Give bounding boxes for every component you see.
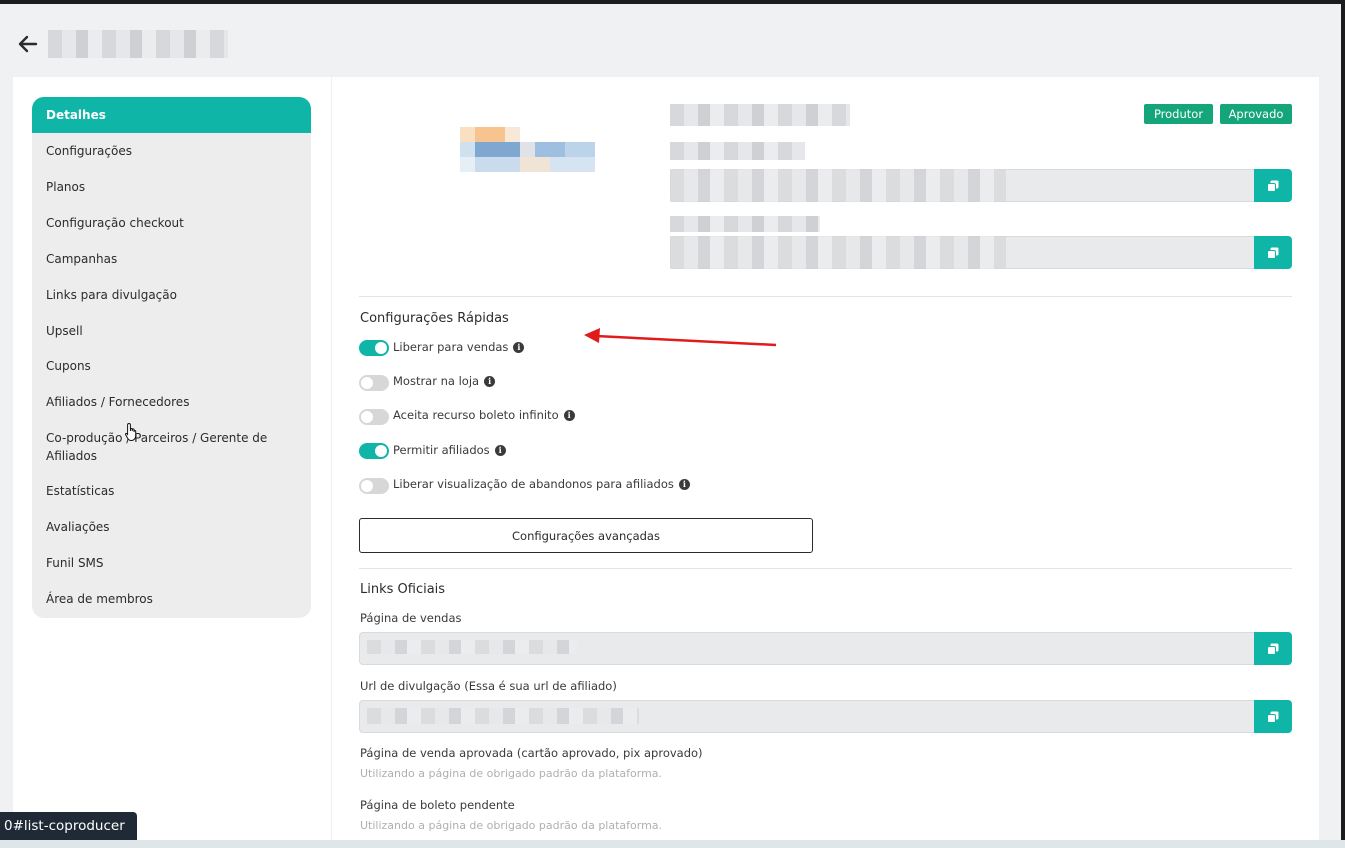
copy-button[interactable] (1254, 236, 1292, 269)
toggle-permitir-afiliados[interactable] (359, 443, 389, 459)
redacted-field-label (670, 216, 820, 232)
redacted-field-label (670, 142, 805, 160)
info-icon[interactable]: i (513, 341, 525, 353)
badge-aprovado: Aprovado (1220, 104, 1292, 124)
info-icon[interactable]: i (563, 409, 575, 421)
redacted-field-value (367, 708, 639, 724)
approved-page-label: Página de venda aprovada (cartão aprovad… (360, 746, 703, 760)
approved-page-hint: Utilizando a página de obrigado padrão d… (360, 767, 663, 780)
toggle-knob (361, 377, 373, 389)
toggle-mostrar-loja-label: Mostrar na loja i (393, 374, 496, 388)
sidebar-item-configuracoes[interactable]: Configurações (32, 142, 311, 160)
toggle-abandonos-afiliados-label: Liberar visualização de abandonos para a… (393, 477, 690, 491)
copy-icon (1267, 711, 1279, 723)
divider (359, 296, 1292, 297)
sidebar-nav: Detalhes Configurações Planos Configuraç… (32, 97, 311, 618)
sidebar-item-configuracao-checkout[interactable]: Configuração checkout (32, 214, 311, 232)
pending-boleto-hint: Utilizando a página de obrigado padrão d… (360, 819, 663, 832)
toggle-liberar-vendas[interactable] (359, 340, 389, 356)
redacted-product-name (670, 104, 850, 126)
sidebar-item-planos[interactable]: Planos (32, 178, 311, 196)
toggle-knob (375, 445, 387, 457)
window-frame-right (1341, 0, 1345, 848)
toggle-permitir-afiliados-label: Permitir afiliados i (393, 443, 506, 457)
sidebar-item-area-membros[interactable]: Área de membros (32, 590, 311, 608)
toggle-knob (375, 342, 387, 354)
sidebar-item-upsell[interactable]: Upsell (32, 322, 311, 340)
toggle-liberar-vendas-label: Liberar para vendas i (393, 340, 525, 354)
pending-boleto-label: Página de boleto pendente (360, 798, 515, 812)
sidebar-item-estatisticas[interactable]: Estatísticas (32, 482, 311, 500)
redacted-product-image (460, 127, 595, 172)
badge-produtor: Produtor (1144, 104, 1213, 124)
status-bar-url: 0#list-coproducer (0, 812, 137, 840)
toggle-knob (361, 480, 373, 492)
sidebar-item-detalhes[interactable]: Detalhes (32, 97, 311, 133)
info-icon[interactable]: i (494, 444, 506, 456)
window-bottom-edge (0, 840, 1345, 848)
toggle-boleto-infinito-label: Aceita recurso boleto infinito i (393, 408, 575, 422)
sidebar-item-avaliacoes[interactable]: Avaliações (32, 518, 311, 536)
copy-button[interactable] (1254, 169, 1292, 202)
window-frame-top (0, 0, 1345, 4)
affiliate-url-label: Url de divulgação (Essa é sua url de afi… (360, 679, 617, 693)
arrow-left-icon[interactable] (16, 32, 40, 56)
sidebar-item-cupons[interactable]: Cupons (32, 357, 311, 375)
quick-settings-title: Configurações Rápidas (360, 311, 509, 326)
sidebar-item-funil-sms[interactable]: Funil SMS (32, 554, 311, 572)
toggle-knob (361, 411, 373, 423)
divider (359, 568, 1292, 569)
official-links-title: Links Oficiais (360, 582, 446, 597)
info-icon[interactable]: i (484, 375, 496, 387)
copy-icon (1267, 180, 1279, 192)
copy-button[interactable] (1254, 632, 1292, 665)
copy-button[interactable] (1254, 700, 1292, 733)
annotation-arrow (584, 328, 777, 347)
toggle-mostrar-loja[interactable] (359, 375, 389, 391)
advanced-settings-button[interactable]: Configurações avançadas (359, 518, 813, 553)
redacted-field-value (670, 236, 1006, 269)
sidebar-item-links-divulgacao[interactable]: Links para divulgação (32, 286, 311, 304)
sidebar-item-afiliados[interactable]: Afiliados / Fornecedores (32, 393, 311, 411)
toggle-boleto-infinito[interactable] (359, 409, 389, 425)
sidebar-item-coproducao[interactable]: Co-produção / Parceiros / Gerente de Afi… (32, 429, 311, 465)
redacted-field-value (670, 169, 1006, 202)
redacted-product-title (48, 30, 228, 58)
copy-icon (1267, 643, 1279, 655)
sales-page-label: Página de vendas (360, 611, 462, 625)
redacted-field-value (367, 640, 577, 654)
sidebar-item-campanhas[interactable]: Campanhas (32, 250, 311, 268)
info-icon[interactable]: i (678, 478, 690, 490)
toggle-abandonos-afiliados[interactable] (359, 478, 389, 494)
hand-cursor-icon (125, 422, 137, 441)
copy-icon (1267, 247, 1279, 259)
